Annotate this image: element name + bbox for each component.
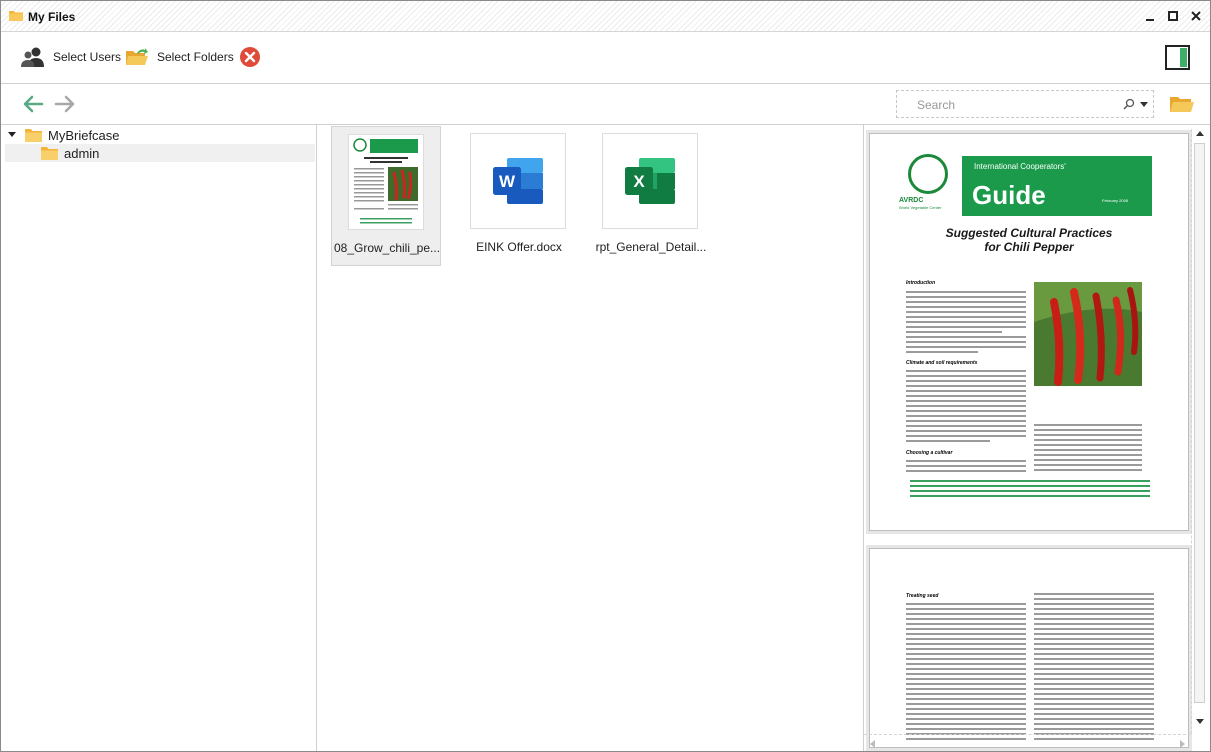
select-users-button[interactable]: Select Users [21,44,121,70]
body-text [1034,593,1154,743]
users-icon [21,47,44,67]
body-text [906,603,1026,743]
section-heading: Climate and soil requirements [906,360,978,366]
title-line-2: for Chili Pepper [984,240,1074,254]
search-placeholder: Search [917,98,956,112]
scroll-down-icon[interactable] [1196,719,1204,724]
document-title: Suggested Cultural Practices for Chili P… [870,226,1188,254]
file-list: 08_Grow_chili_pe... W EINK Offer.docx X … [318,125,862,751]
document-preview-panel: AVRDC World Vegetable Center Internation… [863,125,1210,751]
preview-page-1: AVRDC World Vegetable Center Internation… [869,133,1189,531]
tree-item-label: MyBriefcase [48,127,120,143]
title-line-1: Suggested Cultural Practices [945,226,1113,240]
preview-vertical-scrollbar[interactable] [1191,129,1207,734]
select-folders-button[interactable]: Select Folders [125,44,234,70]
file-tile[interactable]: 08_Grow_chili_pe... [331,126,441,266]
banner-title: Guide [972,180,1046,210]
tree-item-label: admin [64,145,100,161]
toolbar: Select Users Select Folders [1,32,1210,84]
preview-page-2: Treating seed [869,548,1189,748]
body-text [906,370,1026,445]
banner-date: February 2008 [1102,198,1129,203]
cancel-icon [240,47,260,67]
folder-icon [41,147,58,160]
file-name: EINK Offer.docx [476,240,562,254]
clear-selection-button[interactable] [239,44,269,70]
open-folder-icon[interactable] [1169,94,1195,114]
tree-item-admin[interactable]: admin [5,144,315,162]
folder-icon [9,11,23,21]
excel-icon: X [625,158,675,204]
body-text [906,291,1026,356]
svg-text:X: X [633,172,645,191]
file-name: 08_Grow_chili_pe... [333,241,441,255]
folder-tree: MyBriefcase admin [1,125,317,751]
chevron-down-icon[interactable] [1140,102,1148,107]
expand-arrow-icon[interactable] [8,132,17,138]
svg-text:W: W [499,172,516,191]
section-heading: Introduction [906,280,936,286]
logo-subtitle: World Vegetable Center [899,205,942,210]
select-folders-label: Select Folders [157,50,234,64]
minimize-icon[interactable] [1142,8,1158,24]
scroll-up-icon[interactable] [1196,131,1204,136]
pdf-thumbnail [348,134,424,230]
forward-arrow-icon[interactable] [54,95,76,113]
folder-icon [25,129,42,142]
maximize-icon[interactable] [1165,8,1181,24]
word-thumbnail: W [470,133,566,229]
body-text [906,460,1026,475]
section-heading: Choosing a cultivar [906,450,953,456]
search-input[interactable]: Search [896,90,1154,118]
window-title: My Files [28,10,76,24]
tree-item-mybriefcase[interactable]: MyBriefcase [5,126,315,144]
chili-pepper-photo [1034,282,1142,386]
search-icon[interactable] [1123,98,1135,110]
back-arrow-icon[interactable] [22,95,44,113]
my-files-window: My Files Select Users Select Folders Sea… [0,0,1211,752]
avrdc-logo [908,154,948,194]
scrollbar-thumb[interactable] [1194,143,1205,703]
guide-banner: International Cooperators' Guide Februar… [962,156,1152,216]
excel-thumbnail: X [602,133,698,229]
select-users-label: Select Users [53,50,122,64]
body-text [1034,424,1142,474]
folder-arrow-icon [126,48,148,65]
file-name: rpt_General_Detail... [595,240,707,254]
title-bar: My Files [1,1,1210,32]
close-icon[interactable] [1188,8,1204,24]
banner-header: International Cooperators' [974,162,1066,171]
preview-horizontal-scrollbar[interactable] [864,734,1191,750]
document-thumbnail-icon [350,136,422,228]
file-tile[interactable]: W EINK Offer.docx [455,126,566,266]
navigation-bar: Search [1,85,1210,125]
word-icon: W [493,158,543,204]
logo-text: AVRDC [899,197,924,204]
section-heading: Treating seed [906,593,939,599]
preview-panel-toggle-icon[interactable] [1165,45,1190,70]
document-footer [910,480,1150,500]
scroll-left-icon[interactable] [870,740,875,748]
file-tile[interactable]: X rpt_General_Detail... [587,126,706,266]
scroll-right-icon[interactable] [1180,740,1185,748]
